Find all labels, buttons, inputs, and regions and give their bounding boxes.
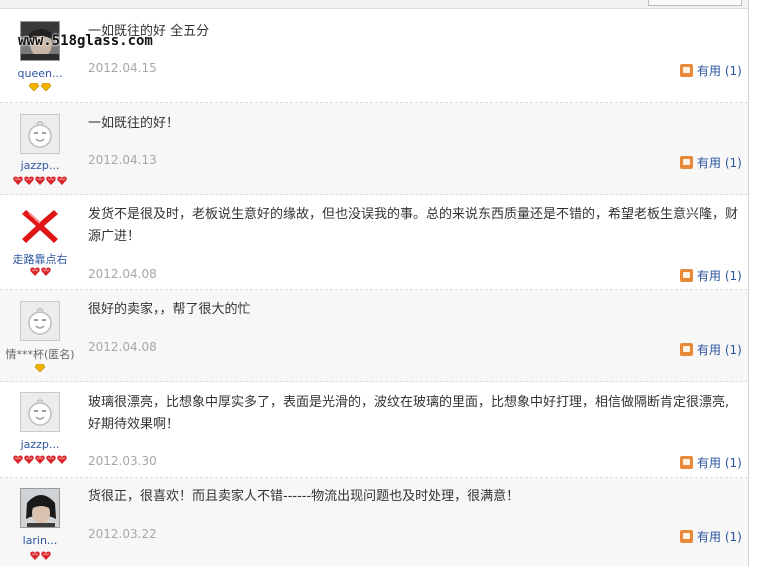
photo-avatar-icon	[21, 489, 59, 527]
reviewer-rank-badges	[0, 267, 80, 276]
useful-button[interactable]: 有用 (1)	[680, 341, 742, 358]
user-avatar[interactable]	[20, 392, 60, 432]
diamond-icon	[35, 364, 45, 372]
review-text: 很好的卖家，，帮了很大的忙	[88, 302, 251, 317]
heart-icon	[24, 455, 34, 464]
review-item: queen... 一如既往的好 全五分 2012.04.15 有用 (1)	[0, 10, 748, 103]
user-avatar[interactable]	[20, 301, 60, 341]
review-item: 走路靠点右 发货不是很及时，老板说生意好的缘故，但也没误我的事。总的来说东西质量…	[0, 195, 748, 290]
useful-count: (1)	[724, 456, 742, 470]
default-face-icon	[21, 302, 59, 340]
review-item: jazzp... 玻璃很漂亮，比想象中厚实多了，表面是光滑的，波纹在玻璃的里面，…	[0, 382, 748, 478]
user-avatar[interactable]	[20, 488, 60, 528]
useful-label: 有用	[697, 530, 722, 544]
review-text: 一如既往的好 全五分	[88, 24, 210, 39]
useful-button[interactable]: 有用 (1)	[680, 454, 742, 471]
heart-icon	[40, 267, 51, 276]
review-item: jazzp... 一如既往的好！ 2012.04.13 有用 (1)	[0, 103, 748, 195]
reviewer-name: 情***杯(匿名)	[5, 348, 75, 361]
review-item: larin... 货很正，很喜欢！而且卖家人不错------物流出现问题也及时处…	[0, 478, 748, 566]
thumbs-up-icon	[680, 530, 693, 543]
user-avatar[interactable]	[20, 206, 60, 246]
heart-icon	[35, 455, 45, 464]
thumbs-up-icon	[680, 456, 693, 469]
useful-label: 有用	[697, 269, 722, 283]
thumbs-up-icon	[680, 269, 693, 282]
review-text: 玻璃很漂亮，比想象中厚实多了，表面是光滑的，波纹在玻璃的里面，比想象中好打理，相…	[88, 395, 730, 432]
reviewer-name[interactable]: jazzp...	[0, 159, 80, 172]
reviewer-rank-badges	[0, 83, 80, 91]
default-face-icon	[21, 115, 59, 153]
scroll-divider	[748, 0, 749, 566]
review-date: 2012.04.15	[88, 61, 157, 75]
reviewer-name[interactable]: queen...	[0, 67, 80, 80]
reviewer-name[interactable]: 走路靠点右	[0, 251, 80, 267]
toolbar-button[interactable]	[648, 0, 742, 6]
review-date: 2012.03.22	[88, 527, 157, 541]
useful-count: (1)	[724, 343, 742, 357]
reviewer-rank-badges	[0, 176, 80, 185]
diamond-icon	[41, 83, 51, 91]
heart-icon	[57, 455, 67, 464]
review-text: 货很正，很喜欢！而且卖家人不错------物流出现问题也及时处理，很满意！	[88, 489, 520, 504]
useful-label: 有用	[697, 156, 722, 170]
heart-icon	[35, 176, 45, 185]
thumbs-up-icon	[680, 156, 693, 169]
useful-label: 有用	[697, 64, 722, 78]
useful-label: 有用	[697, 456, 722, 470]
useful-count: (1)	[724, 156, 742, 170]
reviewer-rank-badges	[0, 455, 80, 464]
heart-icon	[40, 551, 51, 560]
red-x-icon	[22, 210, 58, 243]
useful-count: (1)	[724, 269, 742, 283]
heart-icon	[13, 176, 23, 185]
useful-button[interactable]: 有用 (1)	[680, 528, 742, 545]
heart-icon	[29, 267, 40, 276]
thumbs-up-icon	[680, 343, 693, 356]
reviewer-rank-badges	[0, 364, 80, 372]
review-item: 情***杯(匿名) 很好的卖家，，帮了很大的忙 2012.04.08 有用 (1…	[0, 290, 748, 382]
useful-button[interactable]: 有用 (1)	[680, 267, 742, 284]
heart-icon	[57, 176, 67, 185]
heart-icon	[46, 455, 56, 464]
reviewer-name[interactable]: larin...	[0, 534, 80, 547]
heart-icon	[24, 176, 34, 185]
default-face-icon	[21, 393, 59, 431]
heart-icon	[13, 455, 23, 464]
site-watermark: www.518glass.com	[18, 33, 153, 49]
heart-icon	[29, 551, 40, 560]
user-avatar[interactable]	[20, 114, 60, 154]
useful-button[interactable]: 有用 (1)	[680, 62, 742, 79]
review-date: 2012.04.08	[88, 267, 157, 281]
thumbs-up-icon	[680, 64, 693, 77]
heart-icon	[46, 176, 56, 185]
reviewer-rank-badges	[0, 551, 80, 560]
top-toolbar	[0, 0, 749, 9]
reviewer-name[interactable]: jazzp...	[0, 438, 80, 451]
review-date: 2012.04.08	[88, 340, 157, 354]
review-date: 2012.04.13	[88, 153, 157, 167]
review-text: 发货不是很及时，老板说生意好的缘故，但也没误我的事。总的来说东西质量还是不错的，…	[88, 207, 739, 244]
diamond-icon	[29, 83, 39, 91]
review-date: 2012.03.30	[88, 454, 157, 468]
useful-label: 有用	[697, 343, 722, 357]
useful-count: (1)	[724, 64, 742, 78]
review-text: 一如既往的好！	[88, 116, 180, 131]
useful-button[interactable]: 有用 (1)	[680, 154, 742, 171]
useful-count: (1)	[724, 530, 742, 544]
